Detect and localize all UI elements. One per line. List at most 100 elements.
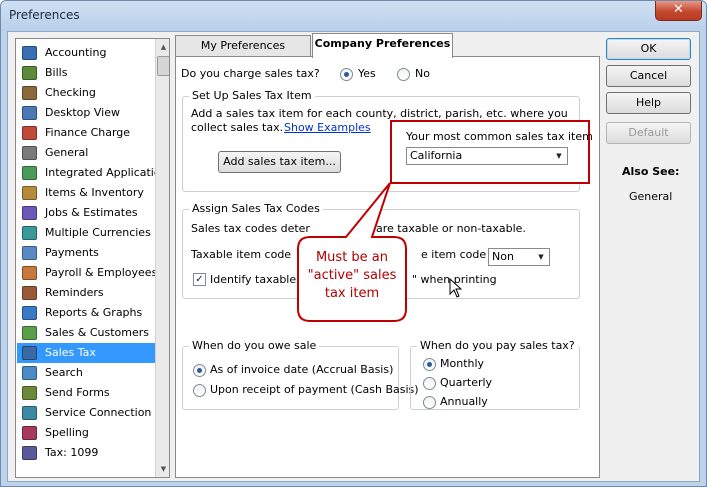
sales-tax-icon xyxy=(22,346,37,360)
sidebar-item[interactable]: Tax: 1099 xyxy=(17,443,155,463)
sidebar-item-label: Payroll & Employees xyxy=(45,266,155,279)
company-preferences-panel: Do you charge sales tax? Yes No Set Up S… xyxy=(175,56,600,478)
pay-quarterly-label[interactable]: Quarterly xyxy=(440,376,492,389)
sidebar-item[interactable]: Spelling xyxy=(17,423,155,443)
callout-line2: "active" sales xyxy=(307,268,397,283)
service-connection-icon xyxy=(22,406,37,420)
dialog-client-area: Accounting Bills Checking Desktop View Finan… xyxy=(7,31,700,482)
sidebar-item[interactable]: Accounting xyxy=(17,43,155,63)
desktop-view-icon xyxy=(22,106,37,120)
help-button[interactable]: Help xyxy=(606,92,691,114)
default-button[interactable]: Default xyxy=(606,122,691,144)
ok-button[interactable]: OK xyxy=(606,38,691,60)
preferences-category-list: Accounting Bills Checking Desktop View Finan… xyxy=(15,38,170,478)
also-see-general-link[interactable]: General xyxy=(629,190,672,203)
sidebar-item-label: Integrated Applicatio xyxy=(45,166,155,179)
sidebar-item-label: Checking xyxy=(45,86,96,99)
items-inventory-icon xyxy=(22,186,37,200)
sidebar-item[interactable]: Sales Tax xyxy=(17,343,155,363)
sidebar-item[interactable]: Service Connection xyxy=(17,403,155,423)
title-bar: Preferences ✕ xyxy=(1,1,706,31)
sidebar-item-label: Accounting xyxy=(45,46,107,59)
sidebar-item-label: Reports & Graphs xyxy=(45,306,143,319)
sidebar-item[interactable]: Multiple Currencies xyxy=(17,223,155,243)
common-sales-tax-item-select[interactable]: California ▼ xyxy=(406,147,568,165)
sidebar-item-label: Sales Tax xyxy=(45,346,96,359)
chevron-down-icon[interactable]: ▼ xyxy=(552,149,566,163)
callout-note: Must be an "active" sales tax item xyxy=(304,249,400,303)
sidebar-item[interactable]: Sales & Customers xyxy=(17,323,155,343)
scroll-thumb[interactable] xyxy=(157,56,169,76)
pay-quarterly-radio[interactable] xyxy=(423,377,436,390)
tax-1099-icon xyxy=(22,446,37,460)
sidebar-item-label: Spelling xyxy=(45,426,89,439)
payments-icon xyxy=(22,246,37,260)
sidebar-item[interactable]: Send Forms xyxy=(17,383,155,403)
search-icon xyxy=(22,366,37,380)
jobs-estimates-icon xyxy=(22,206,37,220)
sidebar-item[interactable]: Desktop View xyxy=(17,103,155,123)
sidebar-item[interactable]: Payments xyxy=(17,243,155,263)
close-button[interactable]: ✕ xyxy=(655,1,702,21)
sidebar-item[interactable]: General xyxy=(17,143,155,163)
sidebar-item[interactable]: Finance Charge xyxy=(17,123,155,143)
tab-company-preferences[interactable]: Company Preferences xyxy=(312,33,453,58)
bills-icon xyxy=(22,66,37,80)
preferences-window: Preferences ✕ Accounting Bills Checking Des… xyxy=(0,0,707,487)
sidebar-item-label: Desktop View xyxy=(45,106,120,119)
owe-cash-radio[interactable] xyxy=(193,384,206,397)
integrated-applications-icon xyxy=(22,166,37,180)
owe-accrual-label[interactable]: As of invoice date (Accrual Basis) xyxy=(210,363,393,376)
spelling-icon xyxy=(22,426,37,440)
sidebar-item-label: Search xyxy=(45,366,83,379)
pay-monthly-radio[interactable] xyxy=(423,358,436,371)
scroll-up-arrow-icon[interactable]: ▲ xyxy=(157,40,169,54)
window-title: Preferences xyxy=(9,8,80,22)
sidebar-item[interactable]: Items & Inventory xyxy=(17,183,155,203)
sidebar-item-label: Send Forms xyxy=(45,386,110,399)
sidebar-item-label: Finance Charge xyxy=(45,126,131,139)
accounting-icon xyxy=(22,46,37,60)
multiple-currencies-icon xyxy=(22,226,37,240)
sidebar-item[interactable]: Reminders xyxy=(17,283,155,303)
category-list-scrollbar[interactable]: ▲ ▼ xyxy=(155,39,169,477)
callout-line1: Must be an xyxy=(315,250,389,265)
sidebar-item-label: Payments xyxy=(45,246,99,259)
pay-annually-radio[interactable] xyxy=(423,396,436,409)
sidebar-item[interactable]: Payroll & Employees xyxy=(17,263,155,283)
scroll-down-arrow-icon[interactable]: ▼ xyxy=(157,462,169,476)
general-icon xyxy=(22,146,37,160)
sidebar-item[interactable]: Integrated Applicatio xyxy=(17,163,155,183)
reminders-icon xyxy=(22,286,37,300)
sidebar-item[interactable]: Jobs & Estimates xyxy=(17,203,155,223)
sales-customers-icon xyxy=(22,326,37,340)
sidebar-item[interactable]: Search xyxy=(17,363,155,383)
tab-my-preferences[interactable]: My Preferences xyxy=(175,35,311,56)
sidebar-item-label: Service Connection xyxy=(45,406,152,419)
common-sales-tax-item-label: Your most common sales tax item xyxy=(406,130,593,143)
cancel-button[interactable]: Cancel xyxy=(606,65,691,87)
common-sales-tax-item-value: California xyxy=(410,149,463,162)
sidebar-item-label: Jobs & Estimates xyxy=(45,206,138,219)
reports-graphs-icon xyxy=(22,306,37,320)
sidebar-item-label: Bills xyxy=(45,66,68,79)
common-sales-tax-item-highlight: Your most common sales tax item Californ… xyxy=(390,120,593,184)
sidebar-item-label: Sales & Customers xyxy=(45,326,150,339)
sidebar-item-label: Tax: 1099 xyxy=(45,446,99,459)
owe-accrual-radio[interactable] xyxy=(193,364,206,377)
sidebar-item[interactable]: Checking xyxy=(17,83,155,103)
also-see-heading: Also See: xyxy=(622,165,680,178)
sidebar-item-label: General xyxy=(45,146,89,159)
finance-charge-icon xyxy=(22,126,37,140)
sidebar-item-label: Reminders xyxy=(45,286,104,299)
pay-annually-label[interactable]: Annually xyxy=(440,395,488,408)
payroll-employees-icon xyxy=(22,266,37,280)
sidebar-item-label: Multiple Currencies xyxy=(45,226,151,239)
owe-cash-label[interactable]: Upon receipt of payment (Cash Basis) xyxy=(210,383,419,396)
pay-monthly-label[interactable]: Monthly xyxy=(440,357,484,370)
callout-bubble-shape xyxy=(297,182,407,322)
sidebar-item[interactable]: Reports & Graphs xyxy=(17,303,155,323)
sidebar-item-label: Items & Inventory xyxy=(45,186,144,199)
sidebar-item[interactable]: Bills xyxy=(17,63,155,83)
callout-line3: tax item xyxy=(324,286,380,301)
